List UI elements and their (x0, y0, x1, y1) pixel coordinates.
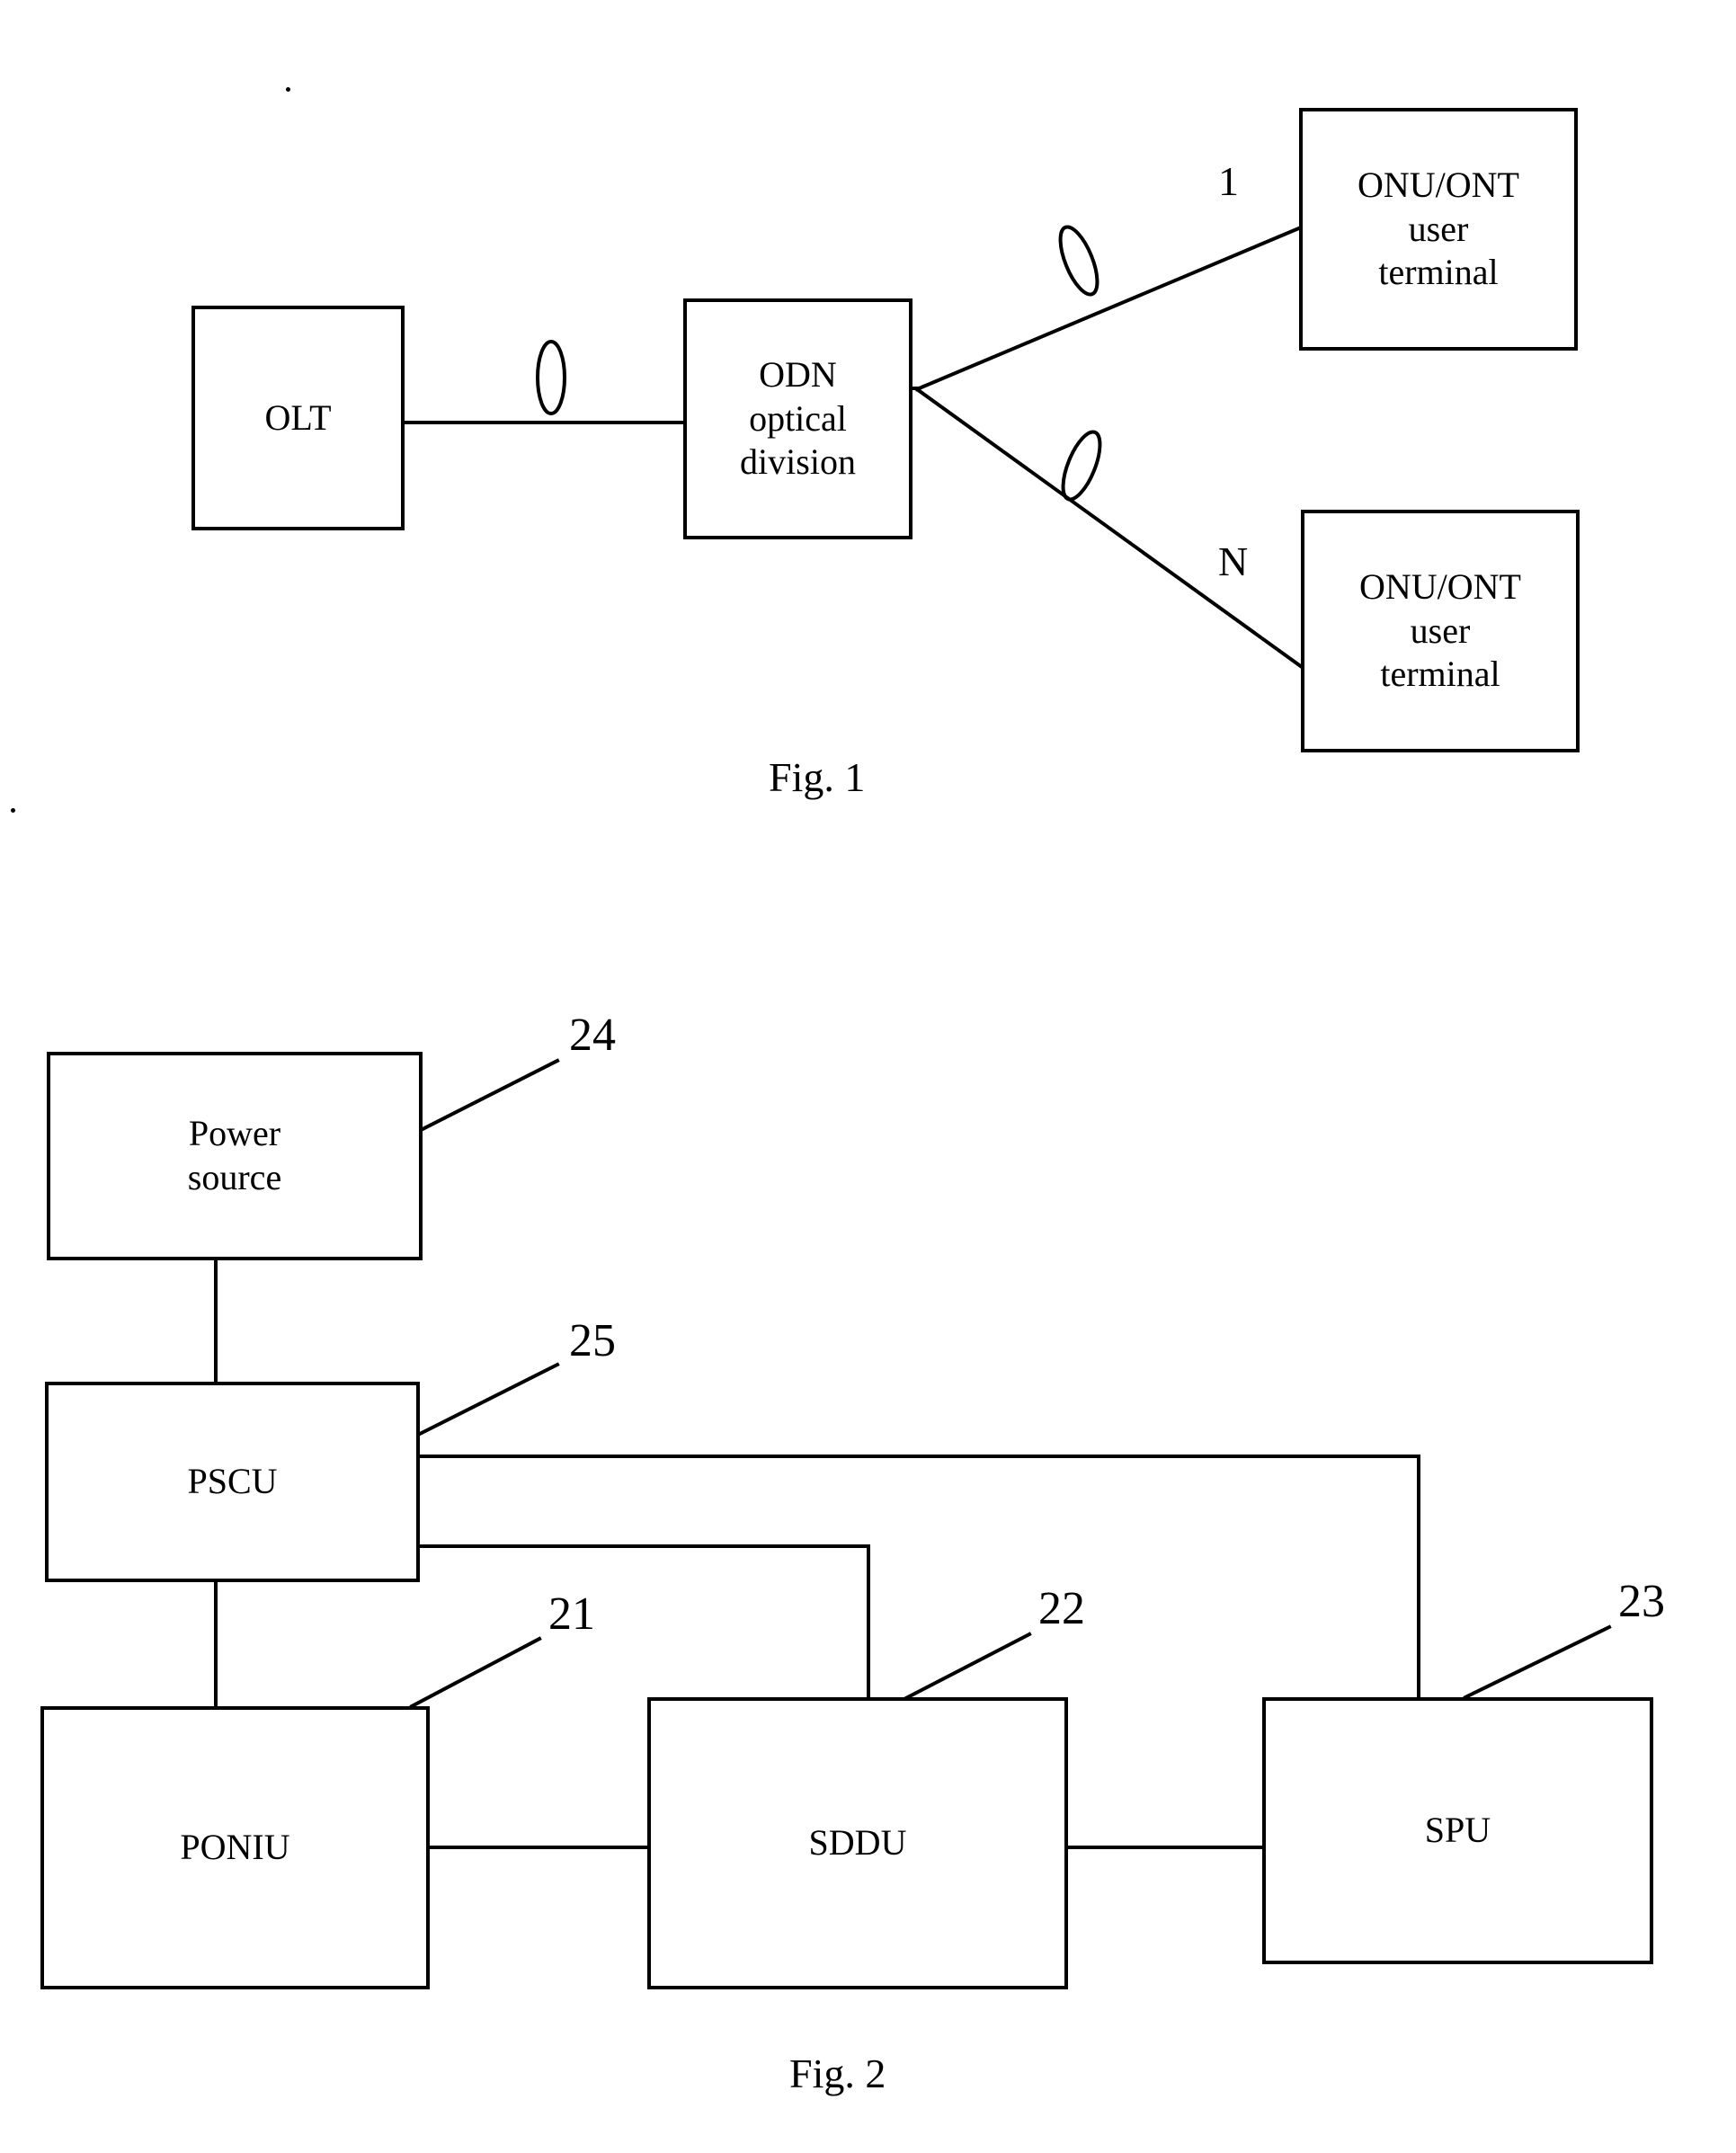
box-power-source-label: Power source (187, 1113, 282, 1197)
box-sddu[interactable]: SDDU (647, 1697, 1068, 1989)
reference-numeral-25: 25 (569, 1315, 616, 1366)
link-pscu-spu (418, 1455, 1420, 1699)
box-spu[interactable]: SPU (1262, 1697, 1653, 1964)
box-onu-ont-top-label: ONU/ONT user terminal (1358, 164, 1519, 293)
box-odn-label: ODN optical division (740, 353, 856, 483)
link-pscu-sddu (418, 1544, 870, 1699)
leader-line-23 (1463, 1624, 1612, 1700)
box-poniu-label: PONIU (180, 1827, 290, 1868)
reference-numeral-23: 23 (1618, 1576, 1665, 1627)
link-vertex-onu-bottom (914, 387, 1304, 670)
leader-line-22 (896, 1632, 1032, 1704)
patent-drawing-page: OLT ODN optical division ONU/ONT user te… (0, 0, 1736, 2153)
box-olt-label: OLT (264, 396, 332, 438)
box-onu-ont-top[interactable]: ONU/ONT user terminal (1299, 108, 1578, 351)
box-pscu-label: PSCU (187, 1461, 278, 1502)
box-spu-label: SPU (1424, 1810, 1491, 1851)
fiber-symbol-icon-3 (1061, 430, 1102, 502)
leader-line-24 (420, 1058, 560, 1132)
box-pscu[interactable]: PSCU (45, 1382, 420, 1582)
box-sddu-label: SDDU (808, 1822, 907, 1864)
scan-speck (286, 87, 290, 92)
scan-speck (11, 808, 15, 813)
figure-2-caption: Fig. 2 (789, 2051, 886, 2096)
box-olt[interactable]: OLT (191, 306, 405, 530)
reference-numeral-22: 22 (1038, 1583, 1085, 1634)
box-power-source[interactable]: Power source (47, 1052, 423, 1260)
reference-numeral-21: 21 (548, 1588, 595, 1640)
box-onu-ont-bottom[interactable]: ONU/ONT user terminal (1301, 510, 1580, 752)
branch-label-top: 1 (1218, 158, 1239, 204)
fiber-symbol-icon-1 (536, 340, 566, 415)
box-poniu[interactable]: PONIU (40, 1706, 430, 1989)
link-vertex-onu-top (914, 225, 1304, 392)
box-odn[interactable]: ODN optical division (683, 298, 913, 539)
fiber-symbol-icon-2 (1058, 225, 1099, 297)
box-onu-ont-bottom-label: ONU/ONT user terminal (1359, 565, 1521, 695)
leader-line-21 (409, 1636, 542, 1709)
reference-numeral-24: 24 (569, 1010, 616, 1061)
leader-line-25 (417, 1362, 560, 1437)
branch-label-bottom: N (1218, 538, 1249, 584)
figure-1-caption: Fig. 1 (769, 754, 866, 800)
